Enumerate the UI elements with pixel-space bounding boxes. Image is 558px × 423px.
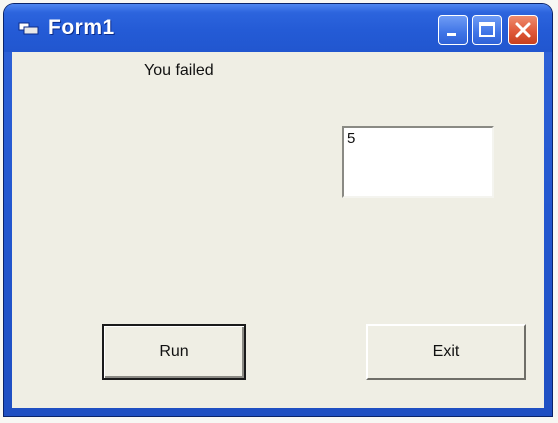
- window-title: Form1: [48, 16, 115, 39]
- form1-window: Form1 You failed 5 Run Exit: [4, 4, 552, 416]
- close-button[interactable]: [508, 15, 538, 45]
- minimize-button[interactable]: [438, 15, 468, 45]
- run-button[interactable]: Run: [102, 324, 246, 380]
- title-bar[interactable]: Form1: [4, 4, 552, 52]
- value-textbox[interactable]: 5: [342, 126, 494, 198]
- status-label: You failed: [144, 62, 214, 79]
- maximize-button[interactable]: [472, 15, 502, 45]
- exit-button[interactable]: Exit: [366, 324, 526, 380]
- form-client-area: You failed 5 Run Exit: [12, 52, 544, 408]
- form-app-icon: [18, 22, 40, 36]
